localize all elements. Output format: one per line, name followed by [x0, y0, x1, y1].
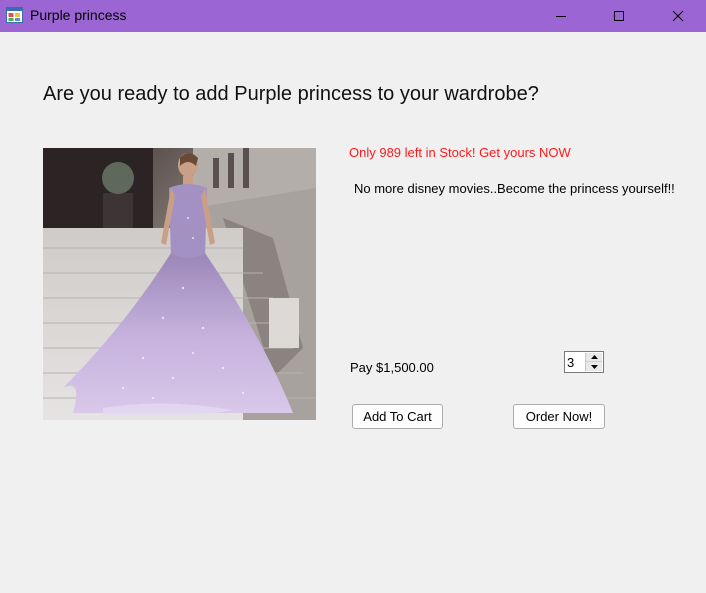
- app-window: Purple princess Are you ready to add Pur…: [0, 0, 706, 593]
- quantity-stepper[interactable]: [564, 351, 604, 373]
- maximize-icon: [614, 11, 624, 21]
- product-tagline: No more disney movies..Become the prince…: [354, 181, 675, 196]
- page-heading: Are you ready to add Purple princess to …: [43, 83, 539, 105]
- stepper-buttons: [585, 353, 602, 371]
- window-title: Purple princess: [30, 7, 127, 23]
- maximize-button[interactable]: [596, 0, 642, 32]
- product-image: [43, 148, 316, 420]
- stepper-up-button[interactable]: [586, 353, 602, 362]
- price-label: Pay $1,500.00: [350, 360, 434, 375]
- close-icon: [672, 10, 684, 22]
- stepper-down-button[interactable]: [586, 362, 602, 371]
- add-to-cart-button[interactable]: Add To Cart: [352, 404, 443, 429]
- close-button[interactable]: [655, 0, 701, 32]
- minimize-button[interactable]: [538, 0, 584, 32]
- arrow-down-icon: [590, 364, 598, 369]
- minimize-icon: [556, 16, 566, 17]
- title-bar[interactable]: Purple princess: [0, 0, 706, 32]
- arrow-up-icon: [590, 355, 598, 359]
- stock-message: Only 989 left in Stock! Get yours NOW: [349, 145, 571, 160]
- order-now-button[interactable]: Order Now!: [513, 404, 605, 429]
- purple-ball-gown-photo: [43, 148, 316, 420]
- quantity-input[interactable]: [566, 353, 587, 371]
- windows-form-icon: [6, 7, 23, 23]
